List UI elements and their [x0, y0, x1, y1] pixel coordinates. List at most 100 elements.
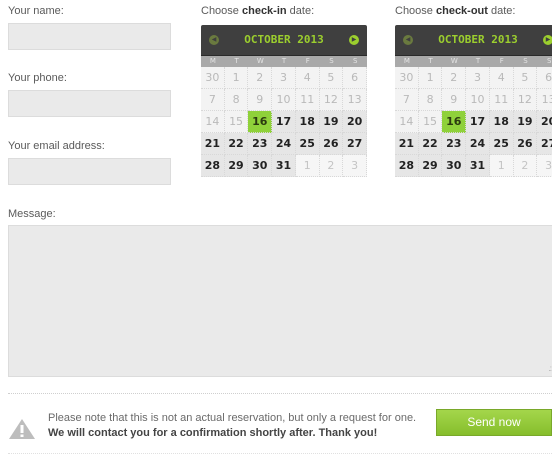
calendar-day[interactable]: 29 — [224, 155, 249, 177]
checkin-label-bold: check-in — [241, 5, 287, 17]
calendar-day[interactable]: 23 — [248, 133, 273, 155]
calendar-day[interactable]: 20 — [537, 111, 552, 133]
calendar-day[interactable]: 19 — [513, 111, 538, 133]
checkin-label-prefix: Choose — [201, 5, 242, 17]
calendar-day: 13 — [537, 89, 552, 111]
calendar-day[interactable]: 31 — [466, 155, 490, 177]
calendar-day[interactable]: 28 — [201, 155, 225, 177]
calendar-day: 7 — [201, 89, 225, 111]
calendar-day: 3 — [272, 67, 296, 89]
calendar-day: 1 — [489, 155, 514, 177]
calendar-day: 7 — [395, 89, 419, 111]
weekday-label: S — [352, 57, 358, 65]
reservation-note: Please note that this is not an actual r… — [48, 411, 416, 441]
calendar-day: 11 — [295, 89, 320, 111]
message-label: Message: — [8, 208, 56, 220]
calendar-day[interactable]: 18 — [489, 111, 514, 133]
note-line-2: We will contact you for a confirmation s… — [48, 427, 378, 439]
chevron-right-circle-icon[interactable]: ▶ — [349, 35, 359, 45]
weekday-label: W — [450, 57, 458, 65]
checkout-weekday-row: MTWTFSS — [395, 56, 552, 67]
calendar-day[interactable]: 17 — [466, 111, 490, 133]
checkout-label-suffix: date: — [487, 5, 516, 17]
email-input[interactable] — [8, 158, 171, 185]
calendar-day[interactable]: 25 — [489, 133, 514, 155]
calendar-day: 8 — [418, 89, 443, 111]
calendar-day: 2 — [513, 155, 538, 177]
calendar-day[interactable]: 27 — [537, 133, 552, 155]
calendar-day[interactable]: 22 — [418, 133, 443, 155]
weekday-label: M — [403, 57, 410, 65]
calendar-day: 3 — [537, 155, 552, 177]
calendar-day[interactable]: 31 — [272, 155, 296, 177]
calendar-day: 1 — [295, 155, 320, 177]
name-label: Your name: — [8, 5, 64, 17]
calendar-day[interactable]: 21 — [395, 133, 419, 155]
weekday-label: T — [475, 57, 481, 65]
calendar-day[interactable]: 21 — [201, 133, 225, 155]
weekday-label: T — [281, 57, 287, 65]
note-line-1: Please note that this is not an actual r… — [48, 412, 417, 424]
checkout-calendar-header: ◀ OCTOBER 2013 ▶ — [395, 25, 552, 56]
calendar-day[interactable]: 28 — [395, 155, 419, 177]
calendar-day[interactable]: 26 — [513, 133, 538, 155]
send-now-button[interactable]: Send now — [436, 409, 552, 436]
weekday-label: F — [305, 57, 310, 65]
weekday-label: S — [546, 57, 552, 65]
calendar-day[interactable]: 18 — [295, 111, 320, 133]
divider — [8, 393, 552, 394]
calendar-day: 6 — [537, 67, 552, 89]
calendar-day: 13 — [343, 89, 367, 111]
calendar-day: 14 — [395, 111, 419, 133]
calendar-day[interactable]: 19 — [319, 111, 344, 133]
checkin-calendar: ◀ OCTOBER 2013 ▶ MTWTFSS 30 1 2 3 4 5 6 7 8 9 10 11… — [201, 25, 367, 177]
calendar-day: 2 — [442, 67, 467, 89]
checkout-month-title: OCTOBER 2013 — [438, 33, 518, 46]
calendar-day: 5 — [319, 67, 344, 89]
phone-input[interactable] — [8, 90, 171, 117]
weekday-label: T — [234, 57, 239, 65]
calendar-day-selected[interactable]: 16 — [442, 111, 467, 133]
calendar-day: 14 — [201, 111, 225, 133]
checkin-label-suffix: date: — [286, 5, 315, 17]
calendar-day[interactable]: 30 — [248, 155, 273, 177]
checkout-label: Choose check-out date: — [395, 5, 515, 17]
checkin-weekday-row: MTWTFSS — [201, 56, 367, 67]
checkin-label: Choose check-in date: — [201, 5, 314, 17]
resize-handle-icon[interactable]: .: — [549, 364, 552, 373]
calendar-day[interactable]: 24 — [272, 133, 296, 155]
checkin-day-grid: 30 1 2 3 4 5 6 7 8 9 10 11 12 13 14 15 16 17 18 19 20 21 22 23 2… — [201, 67, 367, 177]
calendar-day: 2 — [319, 155, 344, 177]
weekday-label: M — [209, 57, 216, 65]
calendar-day[interactable]: 25 — [295, 133, 320, 155]
checkout-day-grid: 3012345678910111213141516171819202122232… — [395, 67, 552, 177]
calendar-day: 4 — [295, 67, 320, 89]
calendar-day[interactable]: 30 — [442, 155, 467, 177]
calendar-day[interactable]: 22 — [224, 133, 249, 155]
calendar-day: 1 — [418, 67, 443, 89]
calendar-day: 12 — [319, 89, 344, 111]
calendar-day[interactable]: 29 — [418, 155, 443, 177]
calendar-day: 11 — [489, 89, 514, 111]
calendar-day[interactable]: 23 — [442, 133, 467, 155]
calendar-day: 9 — [442, 89, 467, 111]
message-textarea[interactable]: .: — [8, 225, 552, 377]
calendar-day: 15 — [418, 111, 443, 133]
calendar-day: 15 — [224, 111, 249, 133]
calendar-day[interactable]: 24 — [466, 133, 490, 155]
checkout-label-prefix: Choose — [395, 5, 436, 17]
chevron-right-circle-icon[interactable]: ▶ — [543, 35, 552, 45]
calendar-day[interactable]: 26 — [319, 133, 344, 155]
calendar-day: 30 — [201, 67, 225, 89]
phone-label: Your phone: — [8, 72, 67, 84]
name-input[interactable] — [8, 23, 171, 50]
calendar-day: 3 — [466, 67, 490, 89]
calendar-day: 2 — [248, 67, 273, 89]
calendar-day[interactable]: 20 — [343, 111, 367, 133]
calendar-day-selected[interactable]: 16 — [248, 111, 273, 133]
checkout-calendar: ◀ OCTOBER 2013 ▶ MTWTFSS 30 1 2 3 4 5 6 7 8 9 10 11… — [395, 25, 552, 177]
calendar-day[interactable]: 27 — [343, 133, 367, 155]
checkin-month-title: OCTOBER 2013 — [244, 33, 324, 46]
weekday-label: T — [428, 57, 433, 65]
calendar-day[interactable]: 17 — [272, 111, 296, 133]
